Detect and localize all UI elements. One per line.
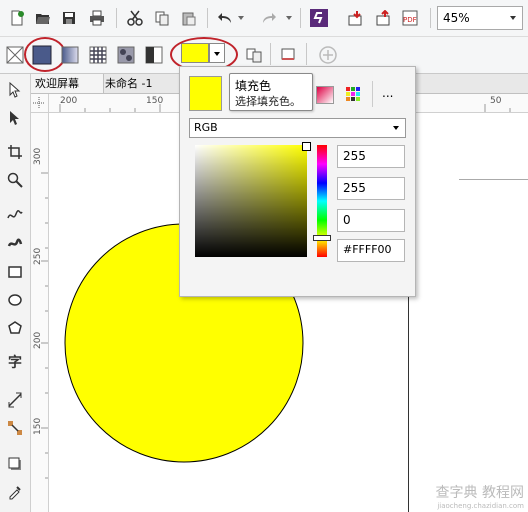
import-icon[interactable] — [344, 6, 368, 30]
b-value: 0 — [343, 213, 351, 227]
pick-tool-icon[interactable] — [3, 78, 27, 102]
fountain-fill-icon[interactable] — [58, 43, 82, 67]
rectangle-tool-icon[interactable] — [3, 260, 27, 284]
ruler-h-label: 150 — [146, 96, 164, 106]
ruler-v-label: 250 — [33, 247, 43, 265]
crop-tool-icon[interactable] — [3, 140, 27, 164]
r-value-input[interactable]: 255 — [337, 145, 405, 168]
hex-value-input[interactable]: #FFFF00 — [337, 239, 405, 262]
copy-fill-icon[interactable] — [242, 43, 266, 67]
freehand-tool-icon[interactable] — [3, 202, 27, 226]
chevron-down-icon — [510, 16, 516, 20]
r-value: 255 — [343, 149, 366, 163]
fill-color-tooltip: 填充色 选择填充色。 — [229, 73, 313, 111]
texture-fill-icon[interactable] — [114, 43, 138, 67]
tooltip-title: 填充色 — [235, 79, 272, 93]
chevron-down-icon — [393, 126, 399, 130]
ruler-v-label: 300 — [33, 147, 43, 165]
redo-icon[interactable] — [256, 6, 280, 30]
polygon-tool-icon[interactable] — [3, 316, 27, 340]
text-tool-icon[interactable]: 字 — [3, 350, 27, 374]
g-value-input[interactable]: 255 — [337, 177, 405, 200]
toolbox: 字 — [0, 74, 31, 512]
export-icon[interactable] — [372, 6, 396, 30]
color-model-select[interactable]: RGB — [189, 118, 406, 138]
search-app-icon[interactable] — [307, 6, 331, 30]
undo-icon[interactable] — [214, 6, 238, 30]
tab-welcome[interactable]: 欢迎屏幕 — [31, 74, 104, 93]
ruler-origin[interactable] — [31, 94, 49, 113]
watermark-text: 查字典 教程网 — [435, 485, 524, 501]
g-value: 255 — [343, 181, 366, 195]
redo-dropdown-icon[interactable] — [286, 16, 292, 20]
vertical-ruler[interactable]: 300 250 200 150 — [31, 113, 49, 512]
new-icon[interactable] — [5, 6, 29, 30]
b-value-input[interactable]: 0 — [337, 209, 405, 232]
ruler-h-label: 200 — [60, 96, 78, 106]
ruler-h-label: 50 — [490, 96, 502, 106]
print-icon[interactable] — [85, 6, 109, 30]
zoom-level-value: 45% — [443, 11, 470, 25]
color-palette-icon[interactable] — [345, 86, 361, 102]
ruler-v-label: 200 — [33, 331, 43, 349]
eyedropper-tool-icon[interactable] — [3, 480, 27, 504]
color-picker-handle[interactable] — [302, 142, 311, 151]
fill-tool-icon[interactable] — [276, 43, 300, 67]
zoom-level-select[interactable]: 45% — [437, 6, 523, 30]
svg-text:PDF: PDF — [403, 16, 417, 24]
current-color-swatch[interactable] — [189, 76, 222, 111]
open-icon[interactable] — [31, 6, 55, 30]
watermark: 查字典 教程网 jiaocheng.chazidian.com — [436, 482, 524, 510]
cut-icon[interactable] — [123, 6, 147, 30]
color-model-value: RGB — [194, 121, 218, 134]
zoom-tool-icon[interactable] — [3, 168, 27, 192]
postscript-fill-icon[interactable] — [142, 43, 166, 67]
copy-icon[interactable] — [150, 6, 174, 30]
paste-icon[interactable] — [177, 6, 201, 30]
shape-tool-icon[interactable] — [3, 106, 27, 130]
pdf-icon[interactable]: PDF — [400, 6, 424, 30]
hue-slider-handle[interactable] — [313, 235, 331, 241]
artistic-media-icon[interactable] — [3, 230, 27, 254]
watermark-url: jiaocheng.chazidian.com — [437, 502, 524, 510]
tooltip-description: 选择填充色。 — [235, 95, 301, 108]
save-icon[interactable] — [57, 6, 81, 30]
dimension-tool-icon[interactable] — [3, 388, 27, 412]
add-icon[interactable] — [316, 43, 340, 67]
ruler-v-label: 150 — [33, 417, 43, 435]
undo-dropdown-icon[interactable] — [238, 16, 244, 20]
connector-tool-icon[interactable] — [3, 416, 27, 440]
more-options-button[interactable]: ... — [382, 86, 393, 100]
drop-shadow-tool-icon[interactable] — [3, 452, 27, 476]
ellipse-tool-icon[interactable] — [3, 288, 27, 312]
standard-toolbar: PDF 45% — [0, 0, 528, 37]
pattern-fill-icon[interactable] — [86, 43, 110, 67]
hex-value: #FFFF00 — [343, 243, 392, 256]
color-saturation-field[interactable] — [195, 145, 307, 257]
eyedropper-palette-icon[interactable] — [316, 86, 334, 104]
